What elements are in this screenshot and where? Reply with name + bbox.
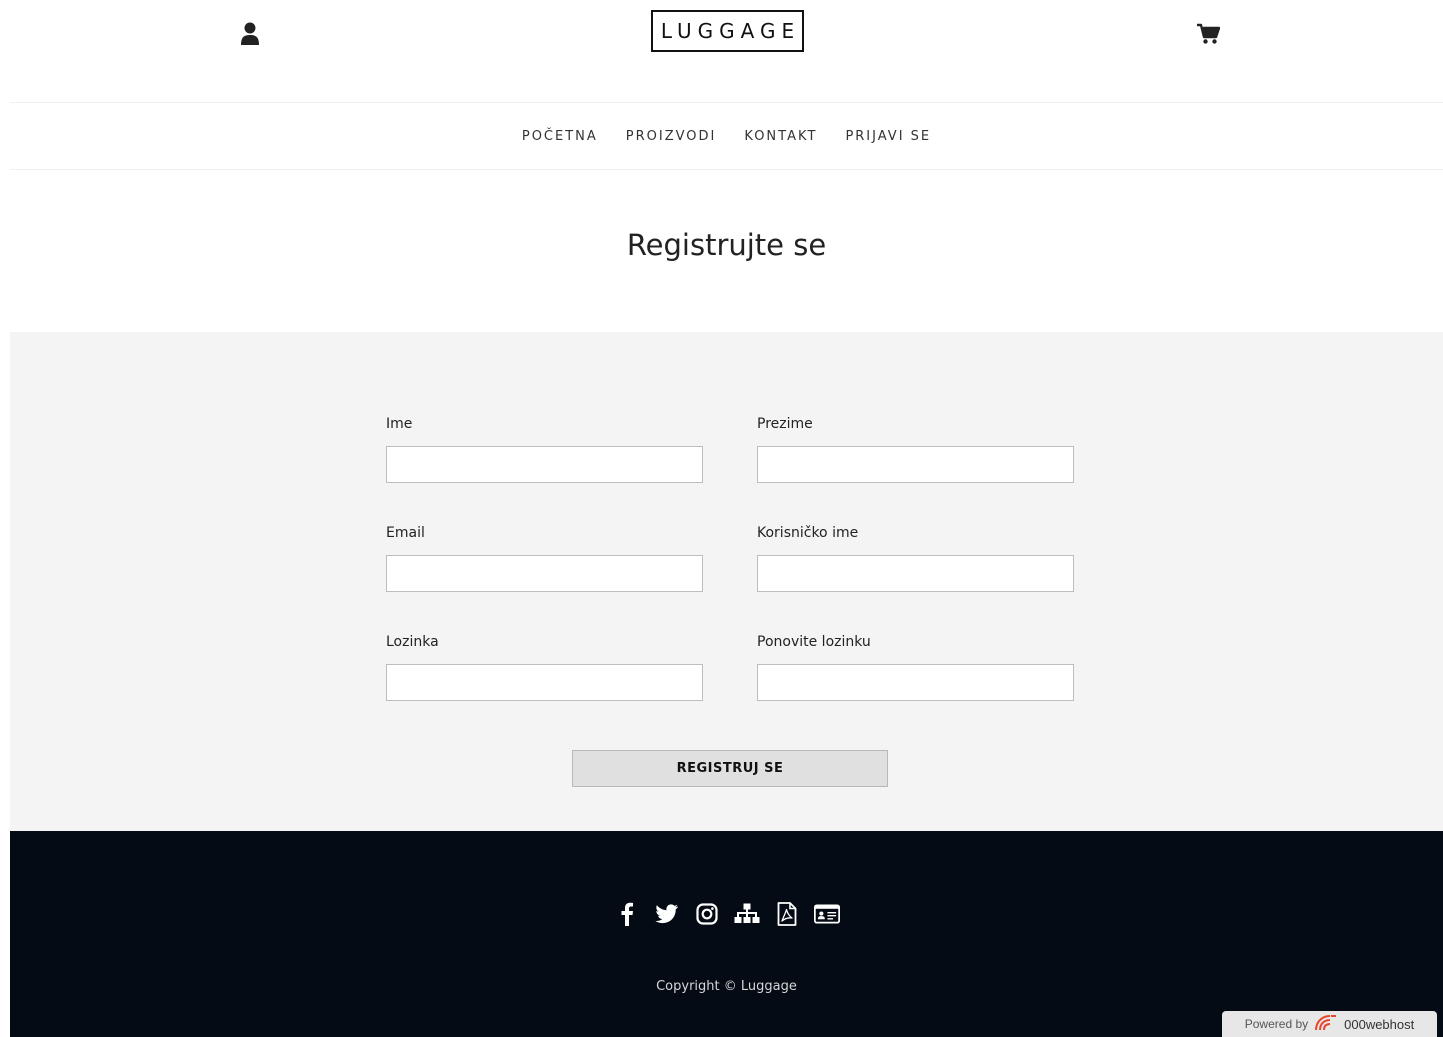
twitter-icon[interactable] [654, 899, 680, 929]
register-button[interactable]: REGISTRUJ SE [572, 750, 888, 787]
repeat-password-field: Ponovite lozinku [757, 634, 1074, 701]
id-card-icon[interactable] [813, 899, 840, 929]
username-input[interactable] [757, 555, 1074, 592]
nav-item-contact[interactable]: KONTAKT [744, 129, 817, 144]
first-name-label: Ime [386, 416, 413, 432]
copyright-text: Copyright © Luggage [656, 979, 797, 994]
webhost-logo-icon [1314, 1014, 1338, 1035]
shopping-cart-icon[interactable] [1196, 23, 1221, 45]
email-field: Email [386, 525, 703, 592]
first-name-input[interactable] [386, 446, 703, 483]
social-links [10, 899, 1443, 929]
email-input[interactable] [386, 555, 703, 592]
page: LUGGAGE POČETNA PROIZVODI KONTAKT PRIJAV… [10, 0, 1443, 1037]
main-nav: POČETNA PROIZVODI KONTAKT PRIJAVI SE [10, 102, 1443, 170]
repeat-password-label: Ponovite lozinku [757, 634, 871, 650]
powered-by-label: Powered by [1244, 1017, 1309, 1031]
facebook-icon[interactable] [614, 899, 640, 929]
powered-by-badge[interactable]: Powered by 000webhost [1222, 1011, 1437, 1037]
email-label: Email [386, 525, 425, 541]
last-name-input[interactable] [757, 446, 1074, 483]
powered-by-brand: 000webhost [1344, 1016, 1415, 1032]
registration-form: Ime Prezime Email Korisničko ime Lozinka… [10, 332, 1443, 831]
site-logo[interactable]: LUGGAGE [651, 10, 804, 52]
nav-item-home[interactable]: POČETNA [522, 129, 598, 144]
nav-item-products[interactable]: PROIZVODI [626, 129, 717, 144]
username-label: Korisničko ime [757, 525, 859, 541]
username-field: Korisničko ime [757, 525, 1074, 592]
password-input[interactable] [386, 664, 703, 701]
nav-item-login[interactable]: PRIJAVI SE [845, 129, 931, 144]
last-name-field: Prezime [757, 416, 1074, 483]
last-name-label: Prezime [757, 416, 813, 432]
page-title: Registrujte se [626, 228, 827, 262]
first-name-field: Ime [386, 416, 703, 483]
password-label: Lozinka [386, 634, 439, 650]
password-field: Lozinka [386, 634, 703, 701]
sitemap-icon[interactable] [734, 899, 760, 929]
repeat-password-input[interactable] [757, 664, 1074, 701]
site-footer: Copyright © Luggage [10, 831, 1443, 1037]
pdf-file-icon[interactable] [774, 899, 800, 929]
site-header: LUGGAGE [10, 0, 1443, 102]
instagram-icon[interactable] [694, 899, 720, 929]
user-icon[interactable] [240, 22, 260, 46]
